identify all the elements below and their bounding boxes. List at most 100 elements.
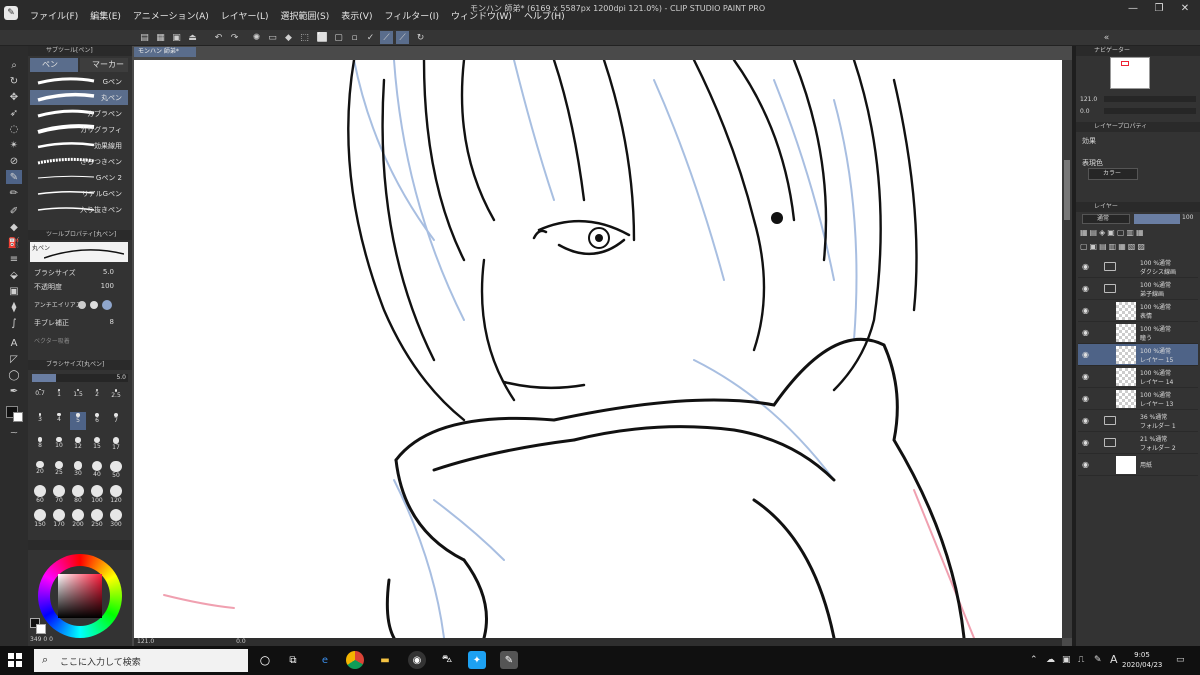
layer-row[interactable]: ◉ 100 %通常 レイヤー 13 (1078, 388, 1198, 410)
menu-selection[interactable]: 選択範囲(S) (275, 9, 336, 22)
brush-item[interactable]: ざらつきペン (30, 154, 128, 169)
rotate-tool-icon[interactable]: ↻ (6, 74, 22, 88)
brush-item[interactable]: リアルGペン (30, 186, 128, 201)
brush-size-option[interactable]: 20 (32, 460, 48, 478)
folder-icon[interactable] (1104, 262, 1116, 271)
tray-network-icon[interactable]: ⎍ (1078, 655, 1084, 665)
layer-row[interactable]: ◉ 100 %通常 弟子線画 (1078, 278, 1198, 300)
color-sub-swatch[interactable] (36, 624, 46, 634)
obs-icon[interactable]: ◉ (408, 651, 426, 669)
vector-snap-row[interactable]: ベクター吸着 (34, 336, 128, 348)
antialias-row[interactable]: アンチエイリアス (34, 300, 128, 312)
store-icon[interactable]: ⛍ (438, 651, 456, 669)
windows-start-icon[interactable] (8, 653, 22, 667)
folder-icon[interactable] (1104, 284, 1116, 293)
brush-size-option[interactable]: 50 (108, 460, 124, 479)
brush-size-option[interactable]: 150 (32, 508, 48, 528)
taskbar-search[interactable]: ⌕ ここに入力して検索 (34, 649, 248, 672)
brush-size-option[interactable]: 4 (51, 412, 67, 430)
layer-row[interactable]: ◉ 100 %通常 レイヤー 14 (1078, 366, 1198, 388)
brush-size-option[interactable]: 17 (108, 436, 124, 454)
stabilization-row[interactable]: 手ブレ補正 8 (34, 318, 128, 330)
eraser-tool-icon[interactable]: ◆ (6, 220, 22, 234)
brush-size-option[interactable]: 2.5 (108, 388, 124, 406)
brush-size-slider[interactable]: 5.0 (32, 374, 128, 382)
brush-size-option[interactable]: 7 (108, 412, 124, 430)
clip-studio-icon[interactable]: ✎ (500, 651, 518, 669)
maximize-button[interactable]: ❐ (1146, 2, 1172, 14)
layer-row[interactable]: ◉ 21 %通常 フォルダー 2 (1078, 432, 1198, 454)
export-icon[interactable]: ⏏ (186, 31, 199, 44)
navigator-rotation[interactable]: 0.0 (1080, 108, 1090, 115)
window-collapse-icon[interactable]: « (1100, 31, 1113, 44)
brush-size-option[interactable]: 5 (70, 412, 86, 430)
frame-tool-icon[interactable]: ◸ (6, 352, 22, 366)
tray-app-icon[interactable]: ▣ (1062, 655, 1071, 665)
cortana-icon[interactable]: ○ (256, 651, 274, 669)
brush-item[interactable]: 効果線用 (30, 138, 128, 153)
layer-row[interactable]: ◉ 100 %通常 瞳う (1078, 322, 1198, 344)
menu-file[interactable]: ファイル(F) (24, 9, 84, 22)
notification-icon[interactable]: ▭ (1176, 655, 1185, 665)
lasso-tool-icon[interactable]: ◌ (6, 122, 22, 136)
brush-size-option[interactable]: 250 (89, 508, 105, 528)
color-sv-square[interactable] (58, 574, 102, 618)
vertical-scrollbar[interactable] (1062, 60, 1072, 638)
clear-outside-icon[interactable]: ▭ (266, 31, 279, 44)
color-wheel[interactable] (38, 554, 122, 638)
special-ruler-snap-icon[interactable]: ⟋ (380, 31, 393, 44)
brush-size-option[interactable]: 25 (51, 460, 67, 478)
chrome-icon[interactable] (346, 651, 364, 669)
scale-icon[interactable]: ⬚ (298, 31, 311, 44)
edge-icon[interactable]: e (316, 651, 334, 669)
navigator-viewport[interactable] (1121, 61, 1129, 66)
tray-pen-icon[interactable]: ✎ (1094, 655, 1102, 665)
brush-size-option[interactable]: 100 (89, 484, 105, 504)
menu-animation[interactable]: アニメーション(A) (127, 9, 215, 22)
eyedropper-icon[interactable]: ⊘ (6, 154, 22, 168)
brush-size-option[interactable]: 6 (89, 412, 105, 430)
brush-size-option[interactable]: 0.7 (32, 388, 48, 406)
brush-size-option[interactable]: 30 (70, 460, 86, 478)
brush-item[interactable]: Gペン (30, 74, 128, 89)
eye-icon[interactable]: ◉ (1082, 460, 1089, 469)
navigator-zoom[interactable]: 121.0 (1080, 96, 1097, 103)
brush-size-option[interactable]: 2 (89, 388, 105, 406)
curve-tool-icon[interactable]: ∫ (6, 316, 22, 330)
tab-pen[interactable]: ペン (30, 58, 78, 72)
minimize-button[interactable]: — (1120, 2, 1146, 14)
display-color-select[interactable]: カラー (1088, 168, 1138, 180)
task-view-icon[interactable]: ⧉ (284, 651, 302, 669)
menu-edit[interactable]: 編集(E) (84, 9, 127, 22)
folder-icon[interactable] (1104, 416, 1116, 425)
airbrush-tool-icon[interactable]: ⛽ (6, 236, 22, 250)
tab-marker[interactable]: マーカー (80, 58, 128, 72)
menu-view[interactable]: 表示(V) (335, 9, 378, 22)
rotate-icon[interactable]: ↻ (414, 31, 427, 44)
eye-icon[interactable]: ◉ (1082, 328, 1089, 337)
layer-row[interactable]: ◉ 100 %通常 レイヤー 15 (1078, 344, 1198, 366)
brush-size-option[interactable]: 1 (51, 388, 67, 406)
eye-icon[interactable]: ◉ (1082, 306, 1089, 315)
brush-size-row[interactable]: ブラシサイズ 5.0 (34, 268, 128, 280)
brush-size-option[interactable]: 10 (51, 436, 67, 454)
eye-icon[interactable]: ◉ (1082, 372, 1089, 381)
tray-cloud-icon[interactable]: ☁ (1046, 655, 1055, 665)
twitter-icon[interactable]: ✦ (468, 651, 486, 669)
antialias-weak-icon[interactable] (90, 301, 98, 309)
fill-icon[interactable]: ◆ (282, 31, 295, 44)
brush-size-option[interactable]: 170 (51, 508, 67, 528)
zoom-tool-icon[interactable]: ⌕ (6, 58, 22, 72)
grid-snap-icon[interactable]: ⟋ (396, 31, 409, 44)
sub-color-swatch[interactable] (13, 412, 23, 422)
text-tool-icon[interactable]: A (6, 336, 22, 350)
brush-size-option[interactable]: 3 (32, 412, 48, 430)
brush-item-selected[interactable]: 丸ペン (30, 90, 128, 105)
open-icon[interactable]: ▦ (154, 31, 167, 44)
blend-mode-select[interactable]: 通常 (1082, 214, 1130, 224)
blend-tool-icon[interactable]: ≡ (6, 252, 22, 266)
transparent-color-icon[interactable]: ⁓ (6, 426, 22, 440)
brush-size-option[interactable]: 15 (89, 436, 105, 454)
move-tool-icon[interactable]: ➶ (6, 106, 22, 120)
fill-tool-icon[interactable]: ⬙ (6, 268, 22, 282)
